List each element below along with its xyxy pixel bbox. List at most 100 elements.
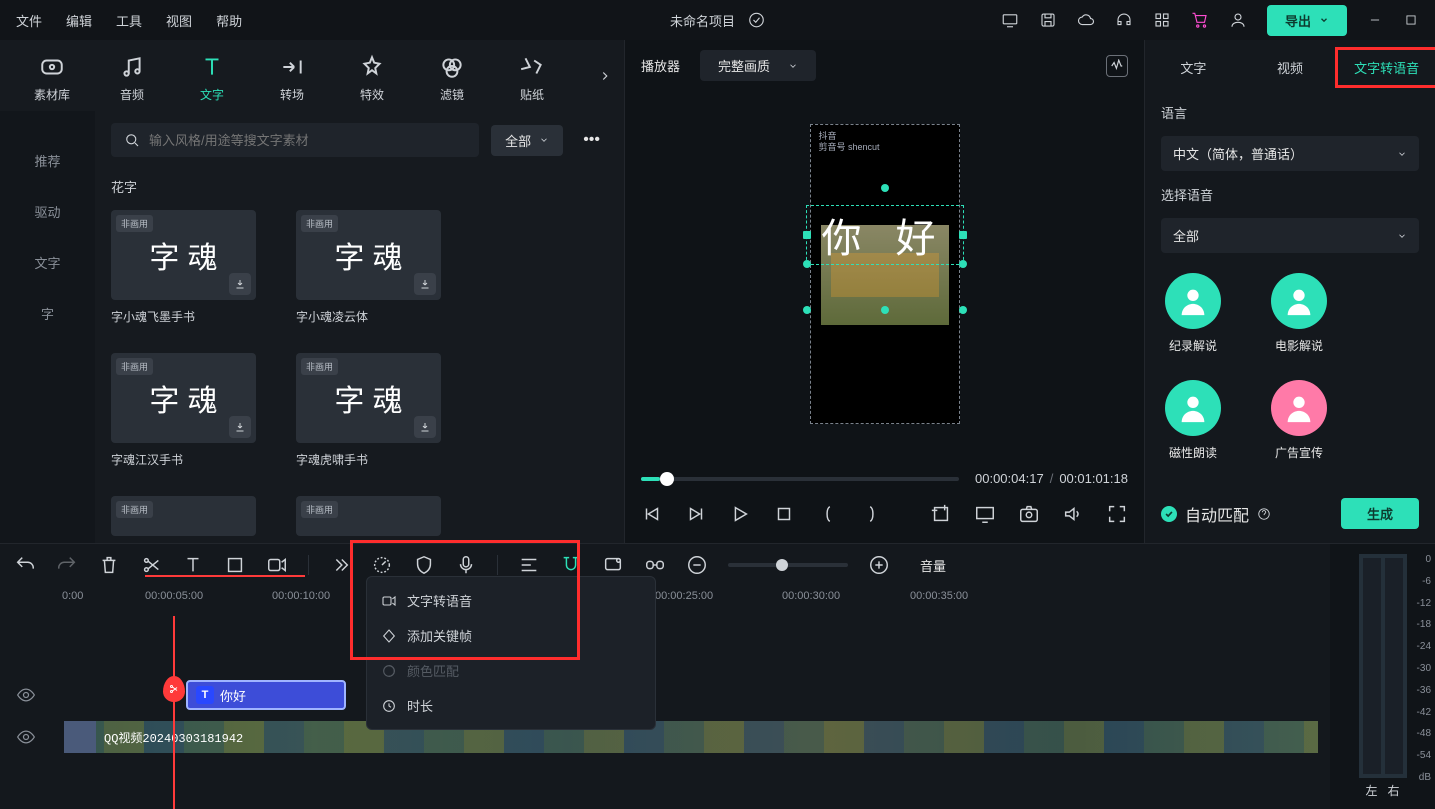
text-overlay-box[interactable]: 你 好 [806, 205, 964, 265]
crop-button[interactable] [224, 554, 246, 576]
magnet-button[interactable] [560, 554, 582, 576]
resize-handle[interactable] [959, 260, 967, 268]
popup-tts[interactable]: 文字转语音 [367, 583, 655, 618]
resize-handle[interactable] [959, 231, 967, 239]
prev-frame-button[interactable] [641, 503, 663, 525]
side-cat-drive[interactable]: 驱动 [34, 202, 60, 221]
tab-audio[interactable]: 音频 [92, 54, 172, 103]
headphones-icon[interactable] [1115, 11, 1133, 29]
stop-button[interactable] [773, 503, 795, 525]
download-icon[interactable] [229, 416, 251, 438]
menu-file[interactable]: 文件 [16, 11, 42, 30]
crop-icon[interactable] [930, 503, 952, 525]
resize-handle[interactable] [803, 306, 811, 314]
playhead[interactable] [173, 616, 175, 809]
voice-filter-select[interactable]: 全部 [1161, 218, 1419, 253]
undo-button[interactable] [14, 554, 36, 576]
tab-filter[interactable]: 滤镜 [412, 54, 492, 103]
auto-match-checkbox[interactable] [1161, 506, 1177, 522]
language-select[interactable]: 中文（简体，普通话） [1161, 136, 1419, 171]
marker-button[interactable] [602, 554, 624, 576]
next-frame-button[interactable] [685, 503, 707, 525]
resize-handle[interactable] [959, 306, 967, 314]
tab-media[interactable]: 素材库 [12, 54, 92, 103]
timeline-ruler[interactable]: 0:00 00:00:05:00 00:00:10:00 00:00:25:00… [0, 586, 1330, 616]
asset-thumb[interactable]: 非画用 [296, 496, 441, 536]
track-visibility-icon[interactable] [16, 727, 36, 747]
link-button[interactable] [644, 554, 666, 576]
tab-effect[interactable]: 特效 [332, 54, 412, 103]
cloud-icon[interactable] [1077, 11, 1095, 29]
window-minimize[interactable] [1367, 12, 1383, 28]
zoom-out-button[interactable] [686, 554, 708, 576]
mic-button[interactable] [455, 554, 477, 576]
user-icon[interactable] [1229, 11, 1247, 29]
play-button[interactable] [729, 503, 751, 525]
mark-out-button[interactable] [861, 503, 883, 525]
menu-help[interactable]: 帮助 [216, 11, 242, 30]
side-cat-text[interactable]: 文字 [34, 253, 60, 272]
asset-thumb[interactable]: 非画用 [111, 496, 256, 536]
rotate-handle[interactable] [881, 184, 889, 192]
generate-button[interactable]: 生成 [1341, 498, 1419, 529]
grid-icon[interactable] [1153, 11, 1171, 29]
voice-option[interactable]: 磁性朗读 [1165, 380, 1221, 461]
tts-button[interactable] [266, 554, 288, 576]
tab-transition[interactable]: 转场 [252, 54, 332, 103]
tab-text[interactable]: 文字 [172, 54, 252, 103]
asset-thumb[interactable]: 非画用字 魂 [111, 210, 256, 300]
speed-button[interactable] [371, 554, 393, 576]
save-icon[interactable] [1039, 11, 1057, 29]
filter-dropdown[interactable]: 全部 [491, 125, 563, 156]
asset-thumb[interactable]: 非画用字 魂 [296, 353, 441, 443]
voice-option[interactable]: 广告宣传 [1271, 380, 1327, 461]
zoom-slider[interactable] [728, 563, 848, 567]
fullscreen-icon[interactable] [1106, 503, 1128, 525]
track-visibility-icon[interactable] [16, 685, 36, 705]
display-icon[interactable] [974, 503, 996, 525]
search-input[interactable] [149, 133, 467, 148]
popup-duration[interactable]: 时长 [367, 688, 655, 723]
volume-icon[interactable] [1062, 503, 1084, 525]
snapshot-icon[interactable] [1018, 503, 1040, 525]
align-button[interactable] [518, 554, 540, 576]
menu-edit[interactable]: 编辑 [66, 11, 92, 30]
popup-keyframe[interactable]: 添加关键帧 [367, 618, 655, 653]
menu-view[interactable]: 视图 [166, 11, 192, 30]
search-more-icon[interactable]: ••• [575, 125, 608, 155]
download-icon[interactable] [229, 273, 251, 295]
preview-canvas[interactable]: 抖音剪音号 shencut 你 好 [810, 124, 960, 424]
side-cat-recommend[interactable]: 推荐 [34, 151, 60, 170]
export-button[interactable]: 导出 [1267, 5, 1347, 36]
menu-tool[interactable]: 工具 [116, 11, 142, 30]
monitor-icon[interactable] [1001, 11, 1019, 29]
resize-handle[interactable] [803, 260, 811, 268]
delete-button[interactable] [98, 554, 120, 576]
more-tools-button[interactable] [329, 554, 351, 576]
window-maximize[interactable] [1403, 12, 1419, 28]
scrub-bar[interactable] [641, 477, 959, 481]
redo-button[interactable] [56, 554, 78, 576]
video-clip[interactable]: QQ视频20240303181942 [64, 721, 1318, 753]
download-icon[interactable] [414, 273, 436, 295]
resize-handle[interactable] [881, 306, 889, 314]
asset-thumb[interactable]: 非画用字 魂 [111, 353, 256, 443]
asset-thumb[interactable]: 非画用字 魂 [296, 210, 441, 300]
help-icon[interactable] [1257, 507, 1271, 521]
tab-sticker[interactable]: 贴纸 [492, 54, 572, 103]
text-clip[interactable]: T你好 [186, 680, 346, 710]
rtab-text[interactable]: 文字 [1145, 50, 1242, 85]
rtab-tts[interactable]: 文字转语音 [1335, 47, 1435, 88]
cart-icon[interactable] [1191, 11, 1209, 29]
resize-handle[interactable] [803, 231, 811, 239]
text-button[interactable] [182, 554, 204, 576]
rtab-video[interactable]: 视频 [1242, 50, 1339, 85]
download-icon[interactable] [414, 416, 436, 438]
split-button[interactable] [140, 554, 162, 576]
shield-button[interactable] [413, 554, 435, 576]
tabs-more-icon[interactable] [598, 69, 612, 88]
voice-option[interactable]: 纪录解说 [1165, 273, 1221, 354]
side-cat-char[interactable]: 字 [41, 304, 54, 323]
quality-dropdown[interactable]: 完整画质 [700, 50, 816, 81]
mark-in-button[interactable] [817, 503, 839, 525]
